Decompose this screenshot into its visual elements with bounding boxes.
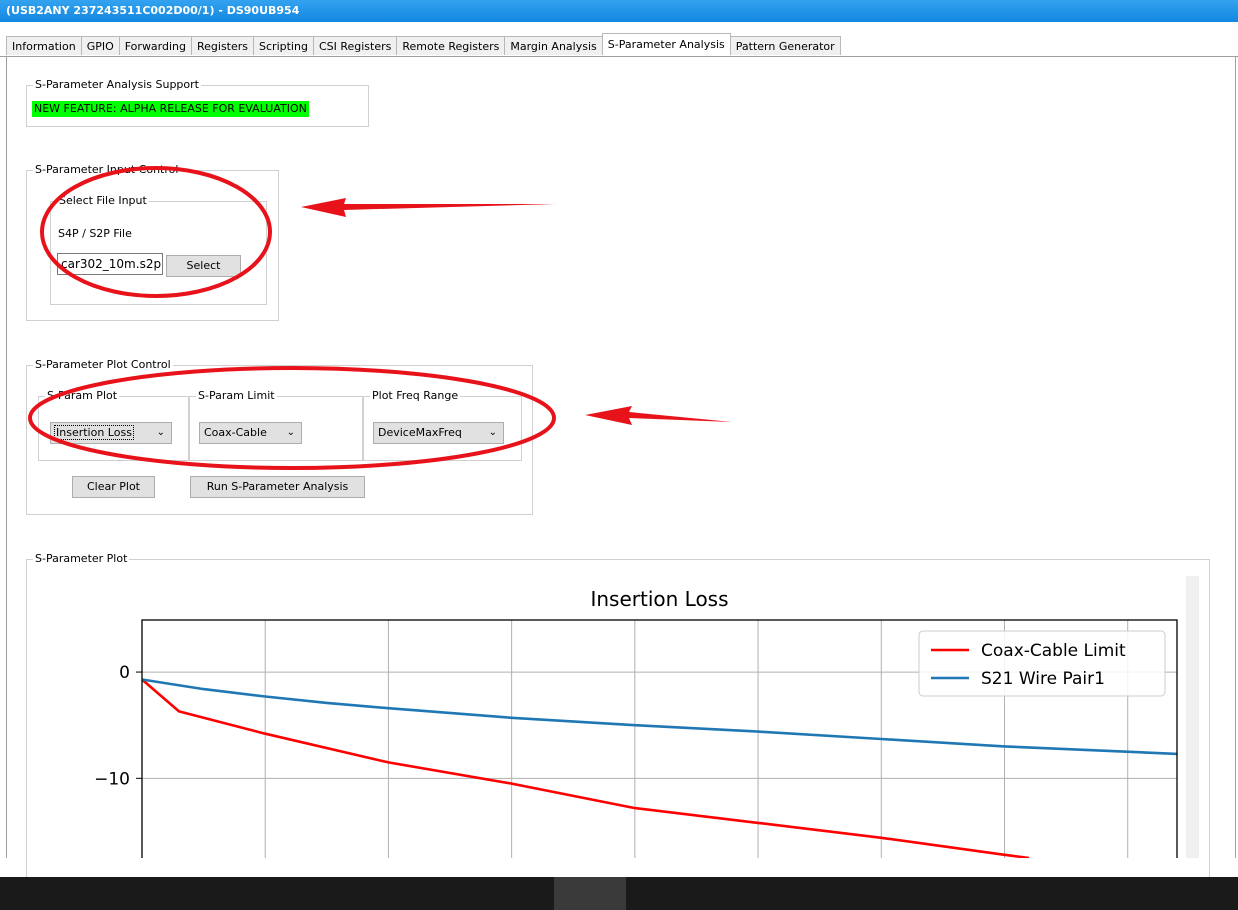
arrow-icon xyxy=(585,406,732,425)
plot-control-highlight-circle xyxy=(28,366,556,470)
taskbar-app-slot[interactable] xyxy=(554,877,626,910)
taskbar xyxy=(0,877,1238,910)
tab-s-parameter-analysis[interactable]: S-Parameter Analysis xyxy=(601,33,731,55)
annotations xyxy=(28,166,732,470)
arrow-icon xyxy=(301,198,556,217)
input-highlight-circle xyxy=(40,166,272,298)
